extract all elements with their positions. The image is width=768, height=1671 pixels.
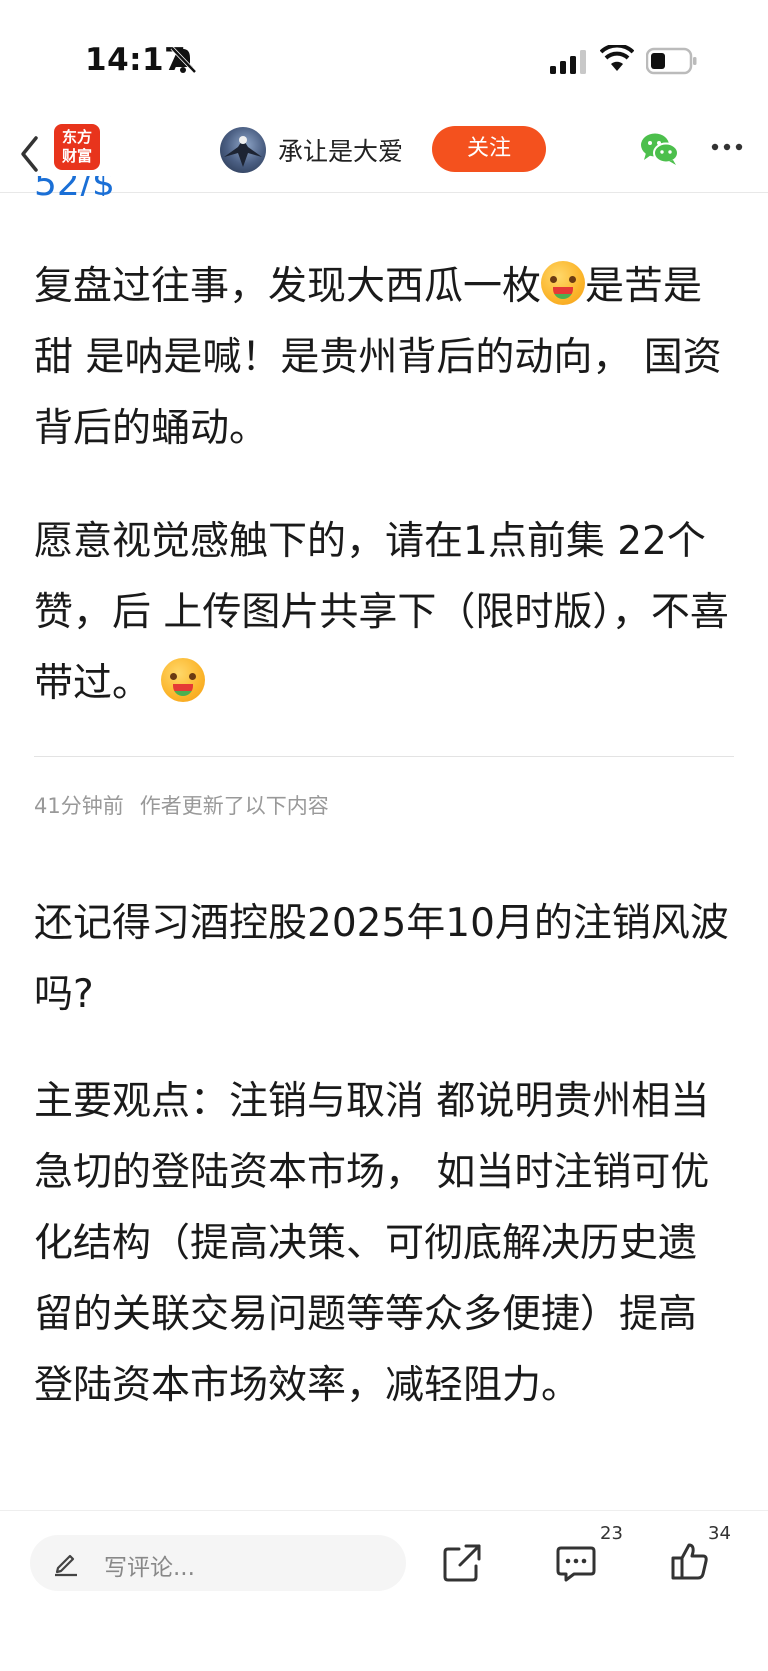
truncated-link-text[interactable]: 52/$ [34, 176, 115, 196]
share-icon[interactable] [442, 1543, 482, 1583]
paragraph-4: 主要观点：注销与取消 都说明贵州相当急切的登陆资本市场， 如当时注销可优化结构（… [34, 1079, 710, 1408]
paragraph-3: 还记得习酒控股2025年10月的注销风波吗? [34, 901, 729, 1017]
more-icon[interactable] [710, 142, 744, 152]
comment-placeholder: 写评论... [104, 1555, 195, 1581]
watermelon-face-emoji-icon [161, 658, 206, 702]
comment-input[interactable]: 写评论... [30, 1535, 406, 1591]
comment-count: 23 [600, 1523, 623, 1544]
status-bar: 14:17 [0, 0, 768, 120]
logo-line2: 财富 [61, 147, 92, 165]
top-nav-bar: 东方 财富 承让是大爱 关注 [0, 120, 768, 193]
update-meta: 41分钟前 作者更新了以下内容 [34, 790, 345, 820]
wifi-icon [600, 45, 634, 71]
paragraph-2-text: 愿意视觉感触下的，请在1点前集 22个赞，后 上传图片共享下（限时版），不喜带过… [34, 519, 729, 706]
update-time: 41分钟前 [34, 794, 124, 818]
update-note: 作者更新了以下内容 [139, 794, 329, 818]
follow-button[interactable]: 关注 [432, 126, 546, 172]
like-count: 34 [708, 1523, 731, 1544]
back-arrow-icon[interactable] [18, 134, 42, 174]
author-name[interactable]: 承让是大爱 [278, 132, 403, 168]
mute-bell-icon [170, 46, 197, 74]
bottom-action-bar: 写评论... 23 34 [0, 1510, 768, 1671]
pencil-icon [55, 1554, 77, 1577]
paragraph-2: 愿意视觉感触下的，请在1点前集 22个赞，后 上传图片共享下（限时版），不喜带过… [34, 506, 734, 719]
comment-icon[interactable] [556, 1543, 596, 1583]
battery-icon [646, 47, 697, 75]
update-divider [34, 756, 734, 757]
author-avatar[interactable] [220, 127, 266, 173]
watermelon-face-emoji-icon [541, 261, 586, 305]
signal-icon [550, 50, 586, 74]
wechat-share-icon[interactable] [640, 132, 680, 166]
app-logo[interactable]: 东方 财富 [54, 124, 100, 170]
logo-line1: 东方 [61, 128, 92, 146]
paragraph-1-part-a: 复盘过往事，发现大西瓜一枚 [34, 264, 542, 309]
thumbs-up-icon[interactable] [670, 1541, 710, 1581]
eagle-avatar-icon [224, 136, 262, 167]
paragraph-1: 复盘过往事，发现大西瓜一枚 是苦是甜 是呐是喊！是贵州背后的动向， 国资背后的蛹动… [34, 251, 734, 464]
